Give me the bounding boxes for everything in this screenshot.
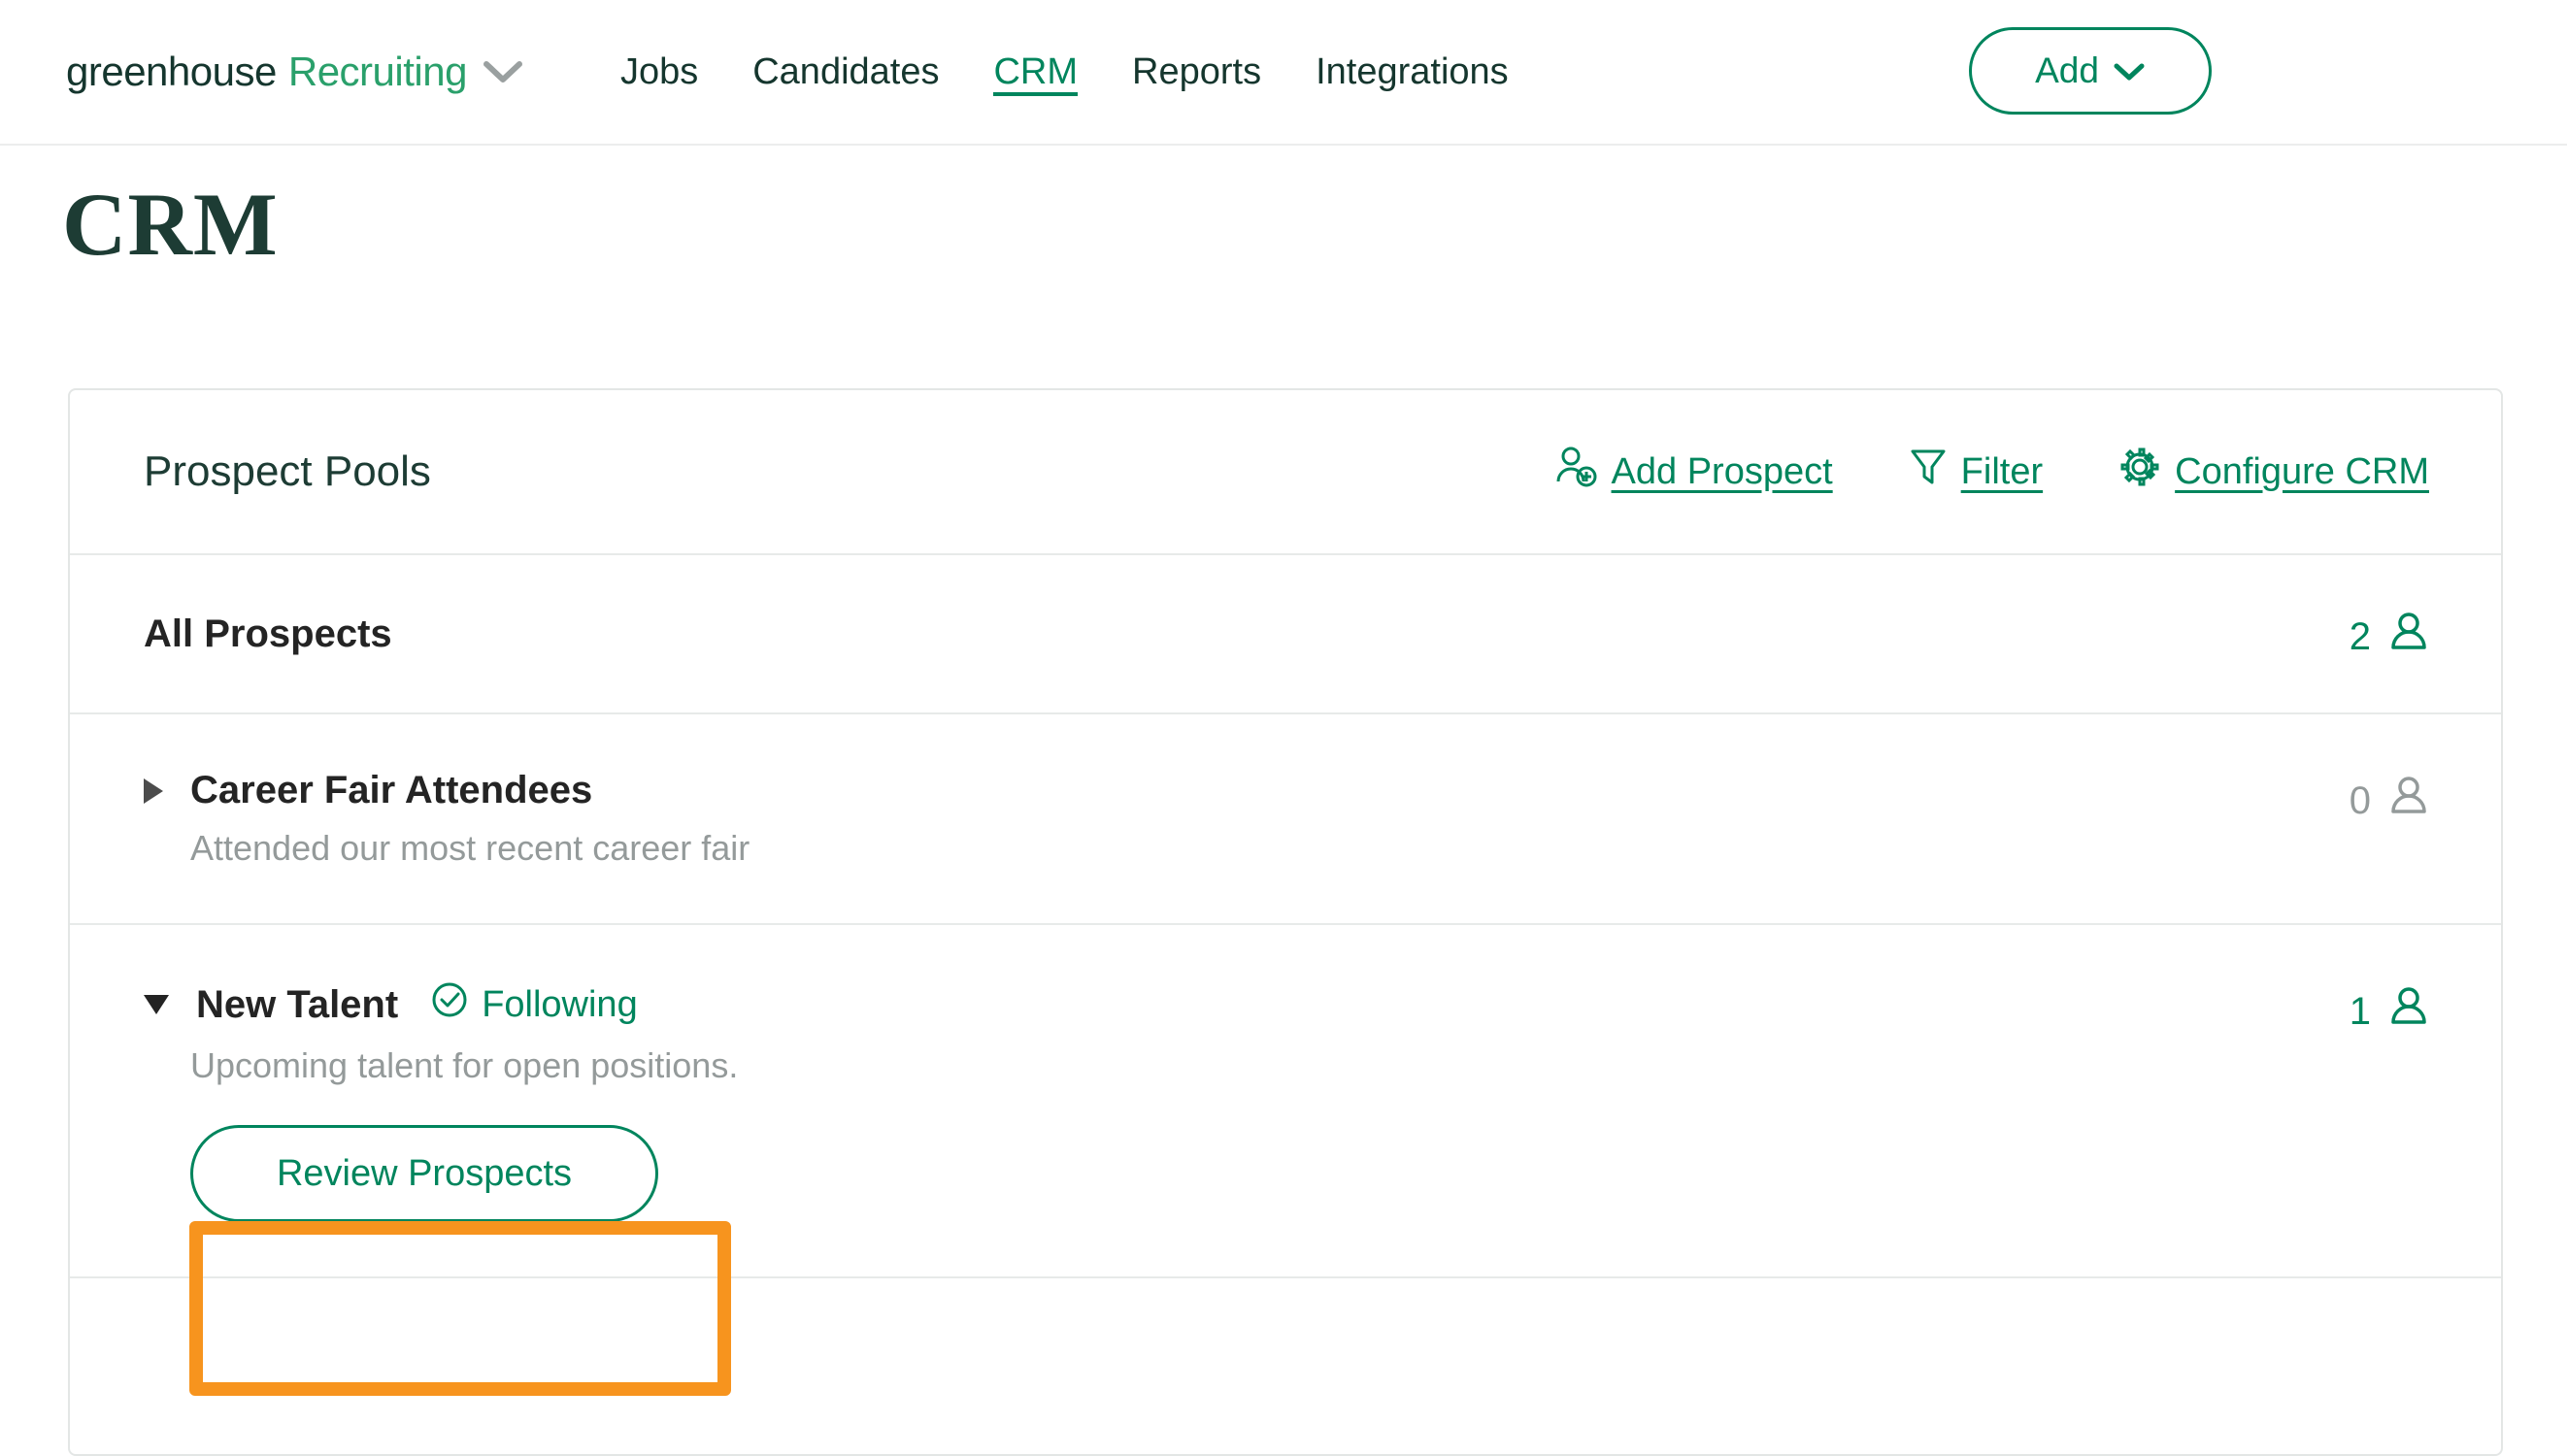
chevron-down-icon <box>2113 50 2146 91</box>
card-actions: Add Prospect Filter <box>1553 445 2429 499</box>
page-title: CRM <box>62 173 279 276</box>
caret-down-icon[interactable] <box>144 995 169 1014</box>
person-icon <box>2388 775 2429 827</box>
add-prospect-label: Add Prospect <box>1612 451 1833 493</box>
pool-count-value: 2 <box>2350 615 2371 659</box>
configure-crm-link[interactable]: Configure CRM <box>2118 446 2429 498</box>
brand-name-product: Recruiting <box>288 49 467 95</box>
check-circle-icon <box>429 979 470 1030</box>
person-icon <box>2388 611 2429 663</box>
nav-item-integrations[interactable]: Integrations <box>1288 0 1536 145</box>
primary-nav-items: Jobs Candidates CRM Reports Integrations <box>593 0 1536 145</box>
card-title: Prospect Pools <box>144 447 431 496</box>
pool-name: All Prospects <box>144 612 392 656</box>
configure-crm-label: Configure CRM <box>2175 451 2429 493</box>
pool-name: Career Fair Attendees <box>190 769 592 812</box>
nav-item-reports[interactable]: Reports <box>1105 0 1288 145</box>
pool-name-line: New Talent Following <box>144 979 2350 1030</box>
following-label: Following <box>482 984 638 1026</box>
nav-item-jobs[interactable]: Jobs <box>593 0 725 145</box>
pool-count-value: 1 <box>2350 990 2371 1034</box>
chevron-down-icon[interactable] <box>483 59 523 84</box>
top-navigation-bar: greenhouse Recruiting Jobs Candidates CR… <box>0 0 2567 146</box>
nav-item-candidates[interactable]: Candidates <box>725 0 966 145</box>
pool-info: Career Fair Attendees Attended our most … <box>144 769 2350 869</box>
nav-item-crm[interactable]: CRM <box>966 0 1105 145</box>
brand-logo[interactable]: greenhouse Recruiting <box>66 49 523 95</box>
pool-description: Upcoming talent for open positions. <box>190 1045 2350 1086</box>
add-button[interactable]: Add <box>1969 27 2212 115</box>
pool-name-line: Career Fair Attendees <box>144 769 2350 812</box>
add-button-label: Add <box>2035 50 2099 91</box>
pool-name: New Talent <box>196 983 398 1027</box>
pool-info: New Talent Following Upcoming talent for… <box>144 979 2350 1222</box>
person-icon <box>2388 985 2429 1038</box>
add-person-icon <box>1553 445 1598 499</box>
gear-icon <box>2118 446 2161 498</box>
pool-count-value: 0 <box>2350 779 2371 823</box>
pool-info: All Prospects <box>144 612 2350 656</box>
pool-description: Attended our most recent career fair <box>190 828 2350 869</box>
table-row[interactable]: Career Fair Attendees Attended our most … <box>70 714 2501 925</box>
pool-count: 1 <box>2350 979 2429 1038</box>
brand-name-primary: greenhouse <box>66 49 277 95</box>
card-header: Prospect Pools Add Prospect <box>70 390 2501 555</box>
filter-label: Filter <box>1961 451 2043 493</box>
funnel-icon <box>1909 446 1948 498</box>
pool-count: 2 <box>2350 605 2429 663</box>
filter-link[interactable]: Filter <box>1909 446 2043 498</box>
following-badge[interactable]: Following <box>429 979 638 1030</box>
add-prospect-link[interactable]: Add Prospect <box>1553 445 1833 499</box>
prospect-pools-card: Prospect Pools Add Prospect <box>68 388 2503 1456</box>
caret-right-icon[interactable] <box>144 778 163 804</box>
table-row[interactable]: All Prospects 2 <box>70 555 2501 714</box>
table-row[interactable]: New Talent Following Upcoming talent for… <box>70 925 2501 1278</box>
review-prospects-button[interactable]: Review Prospects <box>190 1125 658 1222</box>
pool-count: 0 <box>2350 769 2429 827</box>
